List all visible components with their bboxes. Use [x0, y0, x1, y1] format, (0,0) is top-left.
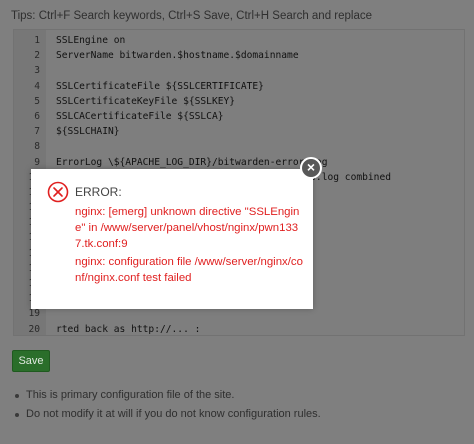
line-code: ${SSLCHAIN} [56, 126, 120, 138]
code-line[interactable]: 8 [14, 139, 464, 154]
note-item: This is primary configuration file of th… [12, 386, 321, 405]
error-icon [47, 181, 69, 203]
error-title: ERROR: [75, 185, 122, 199]
line-number: 5 [34, 95, 40, 107]
code-line[interactable]: 1 SSLEngine on [14, 33, 464, 48]
line-number: 9 [34, 156, 40, 168]
line-number: 1 [34, 35, 40, 46]
code-line[interactable]: 5 SSLCertificateKeyFile ${SSLKEY} [14, 94, 464, 109]
line-number: 4 [34, 80, 40, 92]
line-code: SSLCACertificateFile ${SSLCA} [56, 110, 224, 122]
tips-text: Tips: Ctrl+F Search keywords, Ctrl+S Sav… [11, 10, 373, 22]
code-line[interactable]: 9 ErrorLog \${APACHE_LOG_DIR}/bitwarden-e… [14, 155, 464, 170]
line-code: SSLCertificateFile ${SSLCERTIFICATE} [56, 80, 264, 92]
line-code: rted back as http://... : [56, 323, 201, 335]
notes-list: This is primary configuration file of th… [12, 386, 321, 424]
note-item: Do not modify it at will if you do not k… [12, 405, 321, 424]
line-code: ErrorLog \${APACHE_LOG_DIR}/bitwarden-er… [56, 156, 328, 168]
code-line[interactable]: 7 ${SSLCHAIN} [14, 124, 464, 139]
line-number: 3 [34, 65, 40, 77]
line-number: 2 [34, 50, 40, 62]
error-message: nginx: [emerg] unknown directive "SSLEng… [75, 204, 303, 288]
code-line[interactable]: 20 rted back as http://... : [14, 322, 464, 335]
line-code: ServerName bitwarden.$hostname.$domainna… [56, 50, 299, 62]
code-line[interactable]: 4 SSLCertificateFile ${SSLCERTIFICATE} [14, 79, 464, 94]
line-code: SSLEngine on [56, 35, 126, 46]
line-number: 20 [28, 323, 40, 335]
code-line[interactable]: 6 SSLCACertificateFile ${SSLCA} [14, 109, 464, 124]
error-message-line: nginx: [emerg] unknown directive "SSLEng… [75, 206, 300, 250]
code-line[interactable]: 3 [14, 63, 464, 78]
config-editor-page: Tips: Ctrl+F Search keywords, Ctrl+S Sav… [0, 0, 474, 444]
line-number: 8 [34, 141, 40, 153]
save-button[interactable]: Save [12, 350, 50, 372]
line-number: 6 [34, 110, 40, 122]
line-number: 7 [34, 126, 40, 138]
error-dialog: ERROR: nginx: [emerg] unknown directive … [31, 169, 313, 309]
close-icon[interactable]: × [300, 157, 322, 179]
line-code: SSLCertificateKeyFile ${SSLKEY} [56, 95, 236, 107]
error-message-line: nginx: configuration file /www/server/ng… [75, 256, 303, 284]
code-line[interactable]: 2 ServerName bitwarden.$hostname.$domainn… [14, 48, 464, 63]
